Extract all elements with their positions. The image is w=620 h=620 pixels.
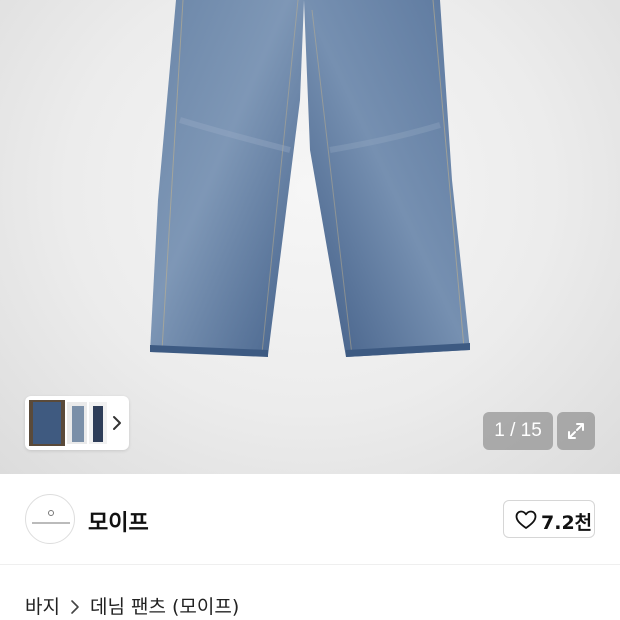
expand-button[interactable] — [557, 412, 595, 450]
heart-outline-icon — [515, 510, 537, 529]
chevron-right-icon — [71, 599, 79, 614]
expand-arrows-icon — [568, 423, 584, 439]
divider — [0, 564, 620, 565]
brand-logo[interactable] — [25, 494, 75, 544]
like-button[interactable]: 7.2천 — [503, 500, 595, 538]
brand-logo-text — [32, 522, 70, 524]
product-detail-page: 1 / 15 모이프 7.2천 바지 데님 팬츠 (모이프) — [0, 0, 620, 620]
breadcrumb: 바지 데님 팬츠 (모이프) — [25, 592, 239, 619]
brand-name[interactable]: 모이프 — [88, 505, 149, 537]
chevron-right-icon[interactable] — [109, 413, 125, 433]
image-counter: 1 / 15 — [483, 412, 553, 450]
breadcrumb-category[interactable]: 바지 — [25, 592, 60, 619]
like-count: 7.2천 — [541, 512, 593, 534]
breadcrumb-product[interactable]: 데님 팬츠 (모이프) — [90, 592, 239, 619]
product-image-gallery[interactable]: 1 / 15 — [0, 0, 620, 474]
brand-logo-mark-icon — [48, 510, 54, 516]
